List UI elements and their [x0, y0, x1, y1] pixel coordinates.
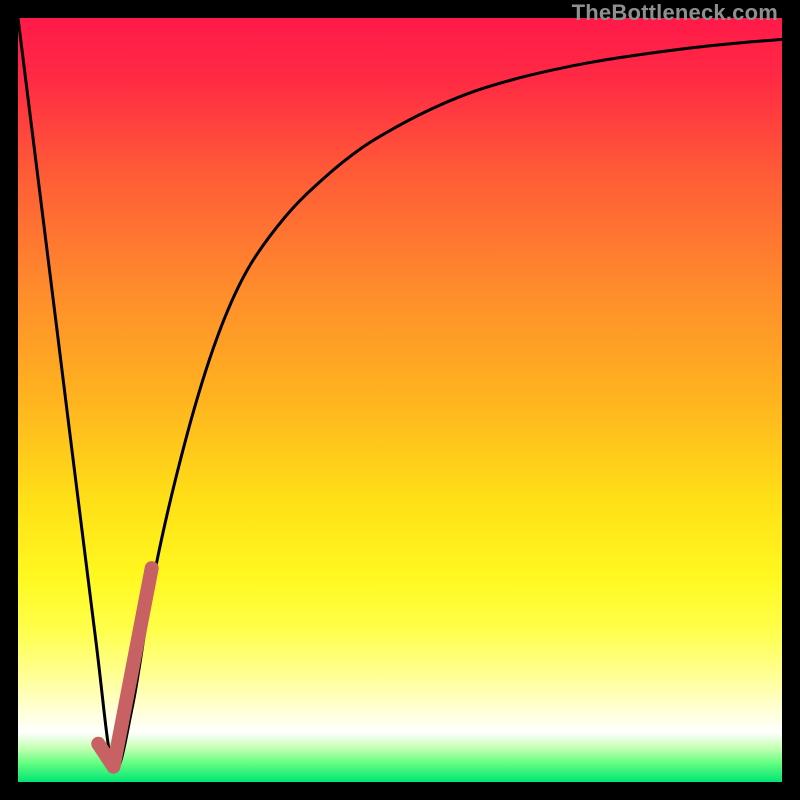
chart-frame: TheBottleneck.com [0, 0, 800, 800]
plot-svg [18, 18, 782, 782]
watermark-text: TheBottleneck.com [572, 0, 778, 26]
plot-area [18, 18, 782, 782]
